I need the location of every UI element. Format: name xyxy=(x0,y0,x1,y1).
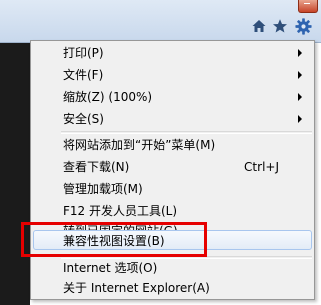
menu-item-label: 兼容性视图设置(B) xyxy=(63,234,165,248)
gear-icon[interactable] xyxy=(294,17,313,36)
menu-item-about-ie[interactable]: 关于 Internet Explorer(A) xyxy=(33,278,312,298)
page-content-background xyxy=(0,43,30,305)
submenu-arrow-icon xyxy=(298,49,302,57)
menu-item-label: 文件(F) xyxy=(63,68,104,82)
menu-item-label: 查看下载(N) xyxy=(63,160,130,174)
submenu-arrow-icon xyxy=(298,93,302,101)
browser-toolbar xyxy=(0,0,321,43)
submenu-arrow-icon xyxy=(298,115,302,123)
menu-item-print[interactable]: 打印(P) xyxy=(33,43,312,63)
menu-item-add-to-start[interactable]: 将网站添加到“开始”菜单(M) xyxy=(33,135,312,155)
menu-item-compatibility-view[interactable]: 兼容性视图设置(B) xyxy=(33,230,312,250)
submenu-arrow-icon xyxy=(298,71,302,79)
home-icon[interactable] xyxy=(251,18,267,34)
menu-item-manage-addons[interactable]: 管理加载项(M) xyxy=(33,179,312,199)
menu-item-label: 管理加载项(M) xyxy=(63,182,143,196)
menu-separator xyxy=(61,131,312,134)
menu-item-label: 将网站添加到“开始”菜单(M) xyxy=(63,138,216,152)
tools-menu: 打印(P) 文件(F) 缩放(Z) (100%) 安全(S) 将网站添加到“开始… xyxy=(30,40,315,300)
menu-item-label: F12 开发人员工具(L) xyxy=(63,204,178,218)
menu-item-internet-options[interactable]: Internet 选项(O) xyxy=(33,258,312,278)
menu-item-f12-devtools[interactable]: F12 开发人员工具(L) xyxy=(33,201,312,221)
menu-item-label: 安全(S) xyxy=(63,112,104,126)
menu-item-label: 缩放(Z) (100%) xyxy=(63,90,153,104)
menu-item-label: Internet 选项(O) xyxy=(63,261,158,275)
menu-item-label: 关于 Internet Explorer(A) xyxy=(63,281,210,295)
menu-item-file[interactable]: 文件(F) xyxy=(33,65,312,85)
menu-item-label: 打印(P) xyxy=(63,46,104,60)
menu-item-view-downloads[interactable]: 查看下载(N) Ctrl+J xyxy=(33,157,312,177)
shortcut-label: Ctrl+J xyxy=(244,160,279,174)
menu-item-zoom[interactable]: 缩放(Z) (100%) xyxy=(33,87,312,107)
star-icon[interactable] xyxy=(272,18,288,34)
window-close-button[interactable] xyxy=(298,0,318,13)
menu-item-safety[interactable]: 安全(S) xyxy=(33,109,312,129)
